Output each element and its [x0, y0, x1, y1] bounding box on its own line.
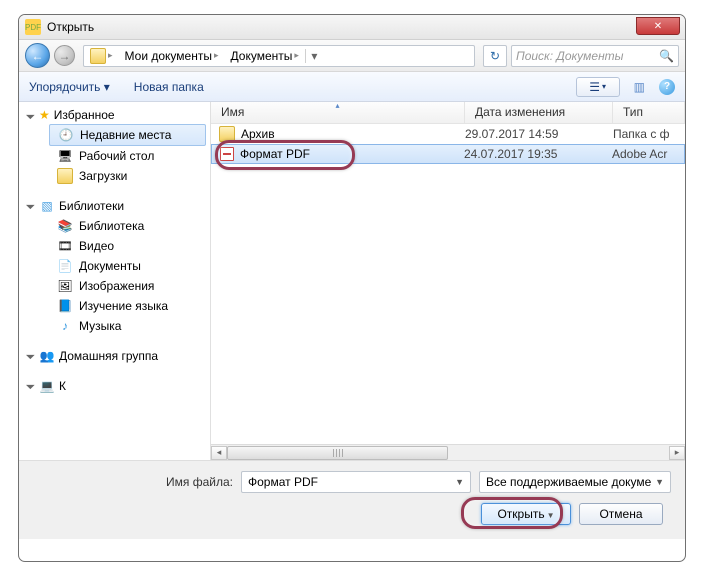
sidebar: ★Избранное 🕘Недавние места 🖥Рабочий стол…	[19, 102, 211, 460]
body: ★Избранное 🕘Недавние места 🖥Рабочий стол…	[19, 102, 685, 460]
images-icon: 🖼	[57, 278, 73, 294]
sort-up-icon: ▴	[335, 101, 339, 110]
language-icon: 📘	[57, 298, 73, 314]
nav-row: ← → ▸ Мои документы ▸ Документы ▸ ▾ ↻ По…	[19, 40, 685, 72]
favorites-header[interactable]: ★Избранное	[19, 106, 210, 124]
titlebar: PDF Открыть ✕	[19, 15, 685, 40]
pdf-icon	[220, 147, 234, 161]
col-date[interactable]: Дата изменения	[465, 102, 613, 123]
homegroup-header[interactable]: 👥Домашняя группа	[19, 346, 210, 366]
refresh-button[interactable]: ↻	[483, 45, 507, 67]
app-icon: PDF	[25, 19, 41, 35]
breadcrumb-dropdown[interactable]: ▾	[305, 49, 323, 63]
sidebar-item-desktop[interactable]: 🖥Рабочий стол	[19, 146, 210, 166]
bottom-panel: Имя файла: Формат PDF▼ Все поддерживаемы…	[19, 460, 685, 539]
organize-button[interactable]: Упорядочить ▾	[29, 80, 110, 94]
back-button[interactable]: ←	[25, 43, 50, 68]
filter-dropdown[interactable]: Все поддерживаемые докуме▼	[479, 471, 671, 493]
search-placeholder: Поиск: Документы	[516, 49, 624, 63]
col-name[interactable]: ▴Имя	[211, 102, 465, 123]
sidebar-item-documents[interactable]: 📄Документы	[19, 256, 210, 276]
library-icon: 📚	[57, 218, 73, 234]
open-dialog: PDF Открыть ✕ ← → ▸ Мои документы ▸ Доку…	[18, 14, 686, 562]
folder-icon	[57, 168, 73, 184]
view-icon: ☰	[589, 80, 600, 94]
open-button[interactable]: Открыть▼	[481, 503, 571, 525]
desktop-icon: 🖥	[57, 148, 73, 164]
close-button[interactable]: ✕	[636, 17, 680, 35]
search-input[interactable]: Поиск: Документы 🔍	[511, 45, 679, 67]
sidebar-item-language[interactable]: 📘Изучение языка	[19, 296, 210, 316]
chevron-down-icon[interactable]: ▼	[455, 477, 464, 487]
file-row-pdf[interactable]: Формат PDF 24.07.2017 19:35 Adobe Acr	[211, 144, 685, 164]
col-type[interactable]: Тип	[613, 102, 685, 123]
scroll-left-arrow[interactable]: ◂	[211, 446, 227, 460]
sidebar-item-music[interactable]: ♪Музыка	[19, 316, 210, 336]
sidebar-item-downloads[interactable]: Загрузки	[19, 166, 210, 186]
file-row-folder[interactable]: Архив 29.07.2017 14:59 Папка с ф	[211, 124, 685, 144]
rows: Архив 29.07.2017 14:59 Папка с ф Формат …	[211, 124, 685, 444]
help-icon[interactable]: ?	[659, 79, 675, 95]
computer-icon: 💻	[39, 378, 55, 394]
breadcrumb[interactable]: ▸ Мои документы ▸ Документы ▸ ▾	[83, 45, 475, 67]
toolbar: Упорядочить ▾ Новая папка ☰▾ ▥ ?	[19, 72, 685, 102]
documents-icon: 📄	[57, 258, 73, 274]
recent-icon: 🕘	[58, 127, 74, 143]
sidebar-item-library[interactable]: 📚Библиотека	[19, 216, 210, 236]
cancel-button[interactable]: Отмена	[579, 503, 663, 525]
sidebar-item-recent[interactable]: 🕘Недавние места	[49, 124, 206, 146]
filename-input[interactable]: Формат PDF▼	[241, 471, 471, 493]
computer-header[interactable]: 💻К	[19, 376, 210, 396]
sidebar-item-video[interactable]: 🎞Видео	[19, 236, 210, 256]
scroll-right-arrow[interactable]: ▸	[669, 446, 685, 460]
libraries-icon: ▧	[39, 198, 55, 214]
file-list: ▴Имя Дата изменения Тип Архив 29.07.2017…	[211, 102, 685, 460]
video-icon: 🎞	[57, 238, 73, 254]
sidebar-item-images[interactable]: 🖼Изображения	[19, 276, 210, 296]
homegroup-icon: 👥	[39, 348, 55, 364]
scroll-thumb[interactable]	[227, 446, 448, 460]
chevron-down-icon[interactable]: ▼	[655, 477, 664, 487]
breadcrumb-seg1: Мои документы	[125, 49, 212, 63]
folder-icon	[219, 126, 235, 142]
star-icon: ★	[39, 108, 50, 122]
title-text: Открыть	[47, 20, 94, 34]
search-icon: 🔍	[659, 49, 674, 63]
column-headers: ▴Имя Дата изменения Тип	[211, 102, 685, 124]
forward-button[interactable]: →	[54, 45, 75, 66]
preview-pane-icon[interactable]: ▥	[634, 80, 645, 94]
view-mode-button[interactable]: ☰▾	[576, 77, 620, 97]
filename-label: Имя файла:	[33, 475, 233, 489]
breadcrumb-seg2: Документы	[231, 49, 293, 63]
horizontal-scrollbar[interactable]: ◂ ▸	[211, 444, 685, 460]
libraries-header[interactable]: ▧Библиотеки	[19, 196, 210, 216]
new-folder-button[interactable]: Новая папка	[134, 80, 204, 94]
folder-icon	[90, 48, 106, 64]
music-icon: ♪	[57, 318, 73, 334]
